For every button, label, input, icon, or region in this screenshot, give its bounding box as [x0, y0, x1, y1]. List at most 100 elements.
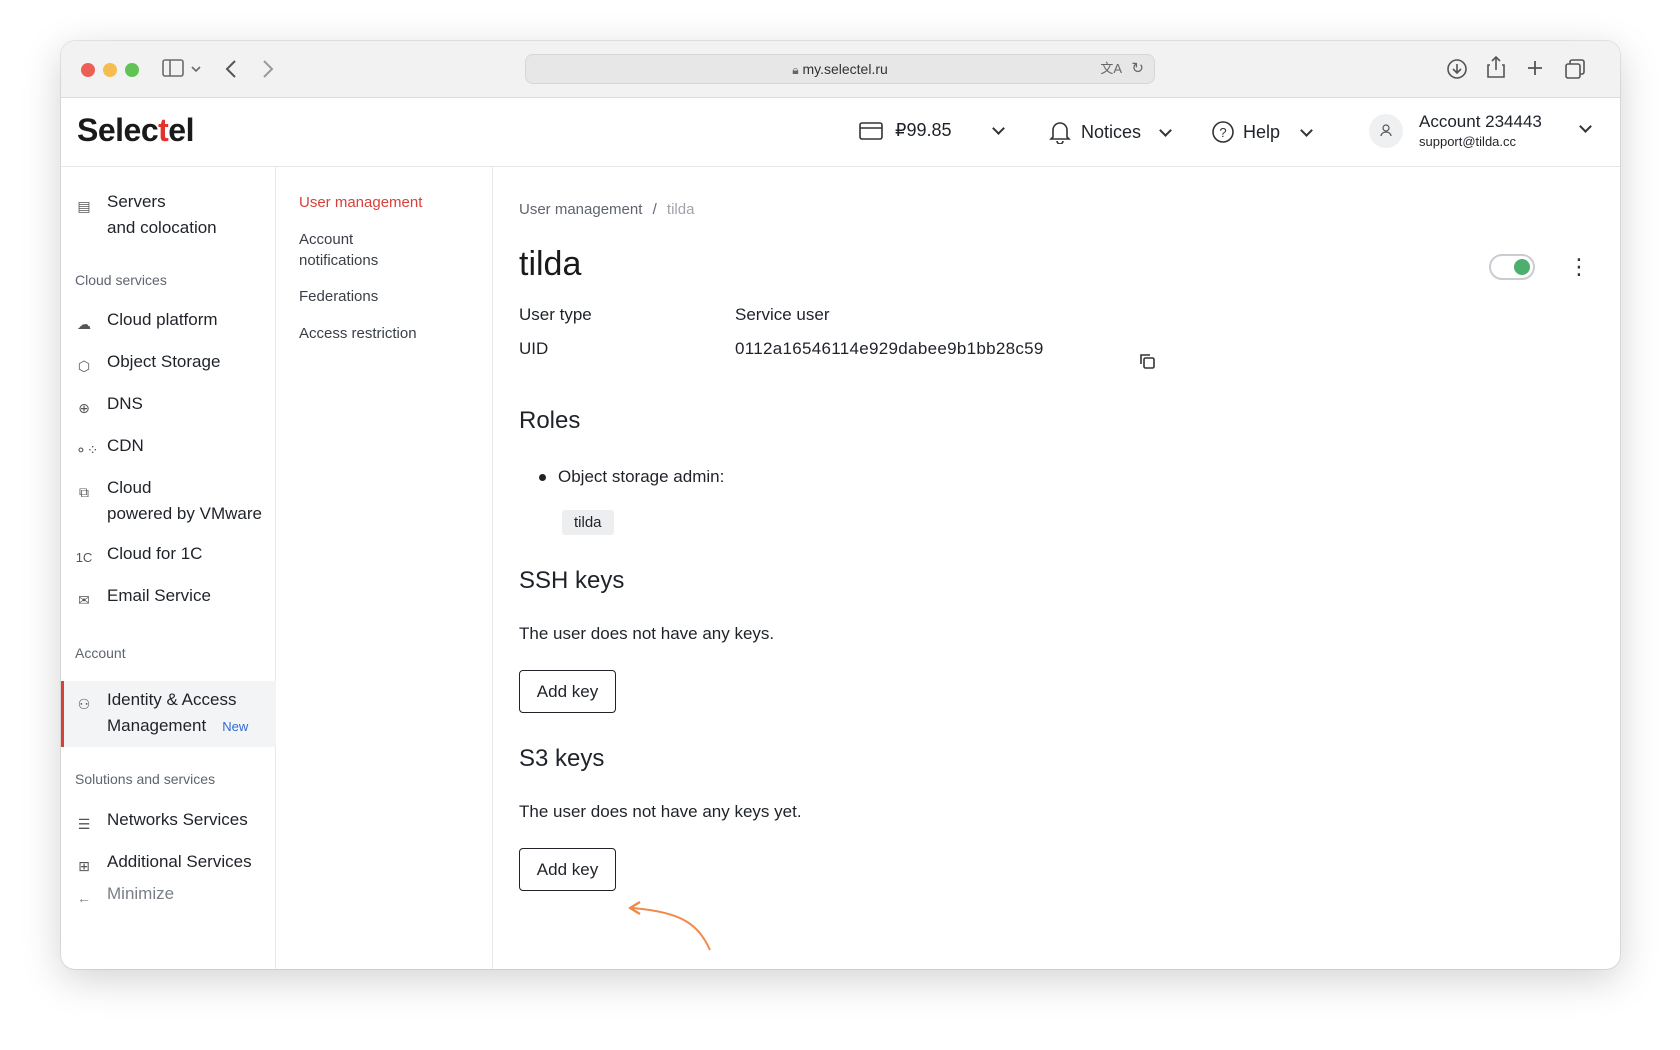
chevron-down-icon: [1300, 123, 1313, 137]
sidebar-item-label: Cloud platform: [107, 310, 218, 329]
server-icon: ▤: [77, 198, 91, 214]
maximize-window-button[interactable]: [125, 63, 139, 77]
account-menu[interactable]: Account 234443 support@tilda.cc: [1369, 112, 1609, 156]
cube-icon: ⬡: [77, 358, 91, 374]
sidebar-item-label: powered by VMware: [107, 504, 262, 523]
sidebar-item-label: Servers: [107, 192, 166, 211]
sidebar-toggle-icon[interactable]: [162, 59, 184, 77]
sidebar-item-label: Management: [107, 716, 207, 735]
subnav-item-federations[interactable]: Federations: [299, 286, 378, 307]
app-header: Selectel ₽99.85 Notices ? Help Account 2…: [61, 98, 1620, 167]
subnav-item-access-restriction[interactable]: Access restriction: [299, 323, 417, 344]
reload-icon[interactable]: ↻: [1131, 55, 1144, 83]
tabs-overview-icon[interactable]: [1564, 58, 1586, 80]
s3-keys-heading: S3 keys: [519, 745, 605, 772]
sidebar-item-label: Identity & Access: [107, 690, 237, 709]
user-active-toggle[interactable]: [1489, 254, 1535, 280]
main-sidebar: ▤ Servers and colocation Cloud services ☁…: [61, 167, 276, 969]
grid-plus-icon: ⊞: [78, 858, 90, 874]
sidebar-item-label: Networks Services: [107, 810, 248, 829]
balance-dropdown[interactable]: ₽99.85: [859, 120, 1005, 141]
arrow-left-icon: ←: [77, 890, 91, 906]
minimize-label: Minimize: [107, 884, 175, 903]
download-icon[interactable]: [1446, 58, 1468, 80]
sidebar-item-cdn[interactable]: ⚬⁘ CDN: [75, 433, 144, 463]
url-text: my.selectel.ru: [802, 61, 888, 77]
sidebar-item-label: and colocation: [107, 218, 217, 237]
notices-dropdown[interactable]: Notices: [1049, 120, 1172, 144]
sidebar-item-label: DNS: [107, 394, 143, 413]
help-dropdown[interactable]: ? Help: [1211, 120, 1313, 144]
translate-icon[interactable]: 文A: [1100, 55, 1122, 83]
cloud-icon: ☁︎: [77, 316, 91, 332]
sidebar-item-cloud-platform[interactable]: ☁︎ Cloud platform: [75, 307, 218, 337]
toggle-knob: [1514, 259, 1530, 275]
subnav-item-user-management[interactable]: User management: [299, 192, 422, 213]
sidebar-item-iam[interactable]: ⚇ Identity & Access Management New: [75, 687, 249, 740]
role-item: Object storage admin:: [539, 467, 724, 487]
ssh-empty-text: The user does not have any keys.: [519, 624, 775, 643]
ssh-keys-heading: SSH keys: [519, 567, 625, 594]
breadcrumb-current: tilda: [666, 201, 695, 218]
forward-icon[interactable]: [262, 59, 274, 79]
sidebar-item-dns[interactable]: ⊕ DNS: [75, 391, 143, 421]
iam-subnav: User management Account notifications Fed…: [277, 167, 493, 969]
copy-icon[interactable]: [1138, 352, 1156, 370]
sidebar-item-label: Email Service: [107, 586, 211, 605]
user-icon: [1380, 124, 1392, 137]
section-label-account: Account: [75, 645, 126, 661]
add-s3-key-button[interactable]: Add key: [519, 848, 616, 891]
role-name: Object storage admin:: [558, 467, 725, 486]
user-type-label: User type: [519, 305, 592, 324]
sidebar-item-additional[interactable]: ⊞ Additional Services: [75, 849, 252, 879]
users-icon: ⚇: [77, 696, 91, 712]
balance-value: ₽99.85: [895, 120, 952, 140]
page-title: tilda: [519, 245, 582, 283]
back-icon[interactable]: [225, 59, 237, 79]
chevron-down-icon: [1579, 120, 1592, 133]
address-bar[interactable]: 🔒︎ my.selectel.ru 文A ↻: [525, 54, 1155, 84]
s3-empty-text: The user does not have any keys yet.: [519, 802, 802, 821]
sidebar-item-label: CDN: [107, 436, 144, 455]
uid-value: 0112a16546114e929dabee9b1bb28c59: [735, 339, 1044, 358]
sidebar-item-object-storage[interactable]: ⬡ Object Storage: [75, 349, 221, 379]
subnav-item-label: Account: [299, 231, 354, 248]
sidebar-item-label: Object Storage: [107, 352, 221, 371]
annotation-arrow: [628, 900, 711, 951]
network-stack-icon: ☰: [77, 816, 91, 832]
new-tab-icon[interactable]: [1526, 59, 1544, 77]
wallet-icon: [859, 121, 883, 140]
more-options-icon[interactable]: ⋮: [1568, 253, 1590, 281]
network-nodes-icon: ⚬⁘: [75, 442, 99, 458]
one-c-icon: 1C: [75, 550, 93, 565]
sidebar-item-vmware[interactable]: ⧉ Cloud powered by VMware: [75, 475, 262, 527]
selectel-logo[interactable]: Selectel: [77, 112, 194, 149]
share-icon[interactable]: [1486, 55, 1506, 79]
minimize-window-button[interactable]: [103, 63, 117, 77]
subnav-item-account-notifications[interactable]: Account notifications: [299, 229, 378, 271]
globe-icon: ⊕: [78, 400, 90, 416]
uid-label: UID: [519, 339, 549, 358]
close-window-button[interactable]: [81, 63, 95, 77]
avatar: [1369, 114, 1403, 148]
breadcrumb-link[interactable]: User management: [519, 201, 642, 218]
chevron-down-icon[interactable]: [191, 65, 201, 73]
help-icon: ?: [1212, 121, 1234, 143]
browser-toolbar: 🔒︎ my.selectel.ru 文A ↻: [61, 41, 1620, 98]
sidebar-item-cloud-1c[interactable]: 1C Cloud for 1C: [75, 541, 203, 571]
svg-text:?: ?: [1219, 125, 1226, 140]
sidebar-item-servers[interactable]: ▤ Servers and colocation: [75, 189, 217, 241]
minimize-sidebar-button[interactable]: ← Minimize: [75, 881, 174, 911]
sidebar-item-email[interactable]: ✉︎ Email Service: [75, 583, 211, 613]
bullet: [539, 474, 546, 482]
sidebar-item-label: Additional Services: [107, 852, 252, 871]
notices-label: Notices: [1081, 121, 1142, 142]
add-ssh-key-button[interactable]: Add key: [519, 670, 616, 713]
envelope-icon: ✉︎: [78, 592, 90, 608]
sidebar-item-label: Cloud: [107, 478, 152, 497]
section-label-cloud: Cloud services: [75, 272, 167, 288]
account-name: Account 234443: [1419, 112, 1542, 131]
bell-icon: [1049, 122, 1071, 144]
sidebar-item-networks[interactable]: ☰ Networks Services: [75, 807, 248, 837]
role-project-tag: tilda: [562, 510, 614, 535]
